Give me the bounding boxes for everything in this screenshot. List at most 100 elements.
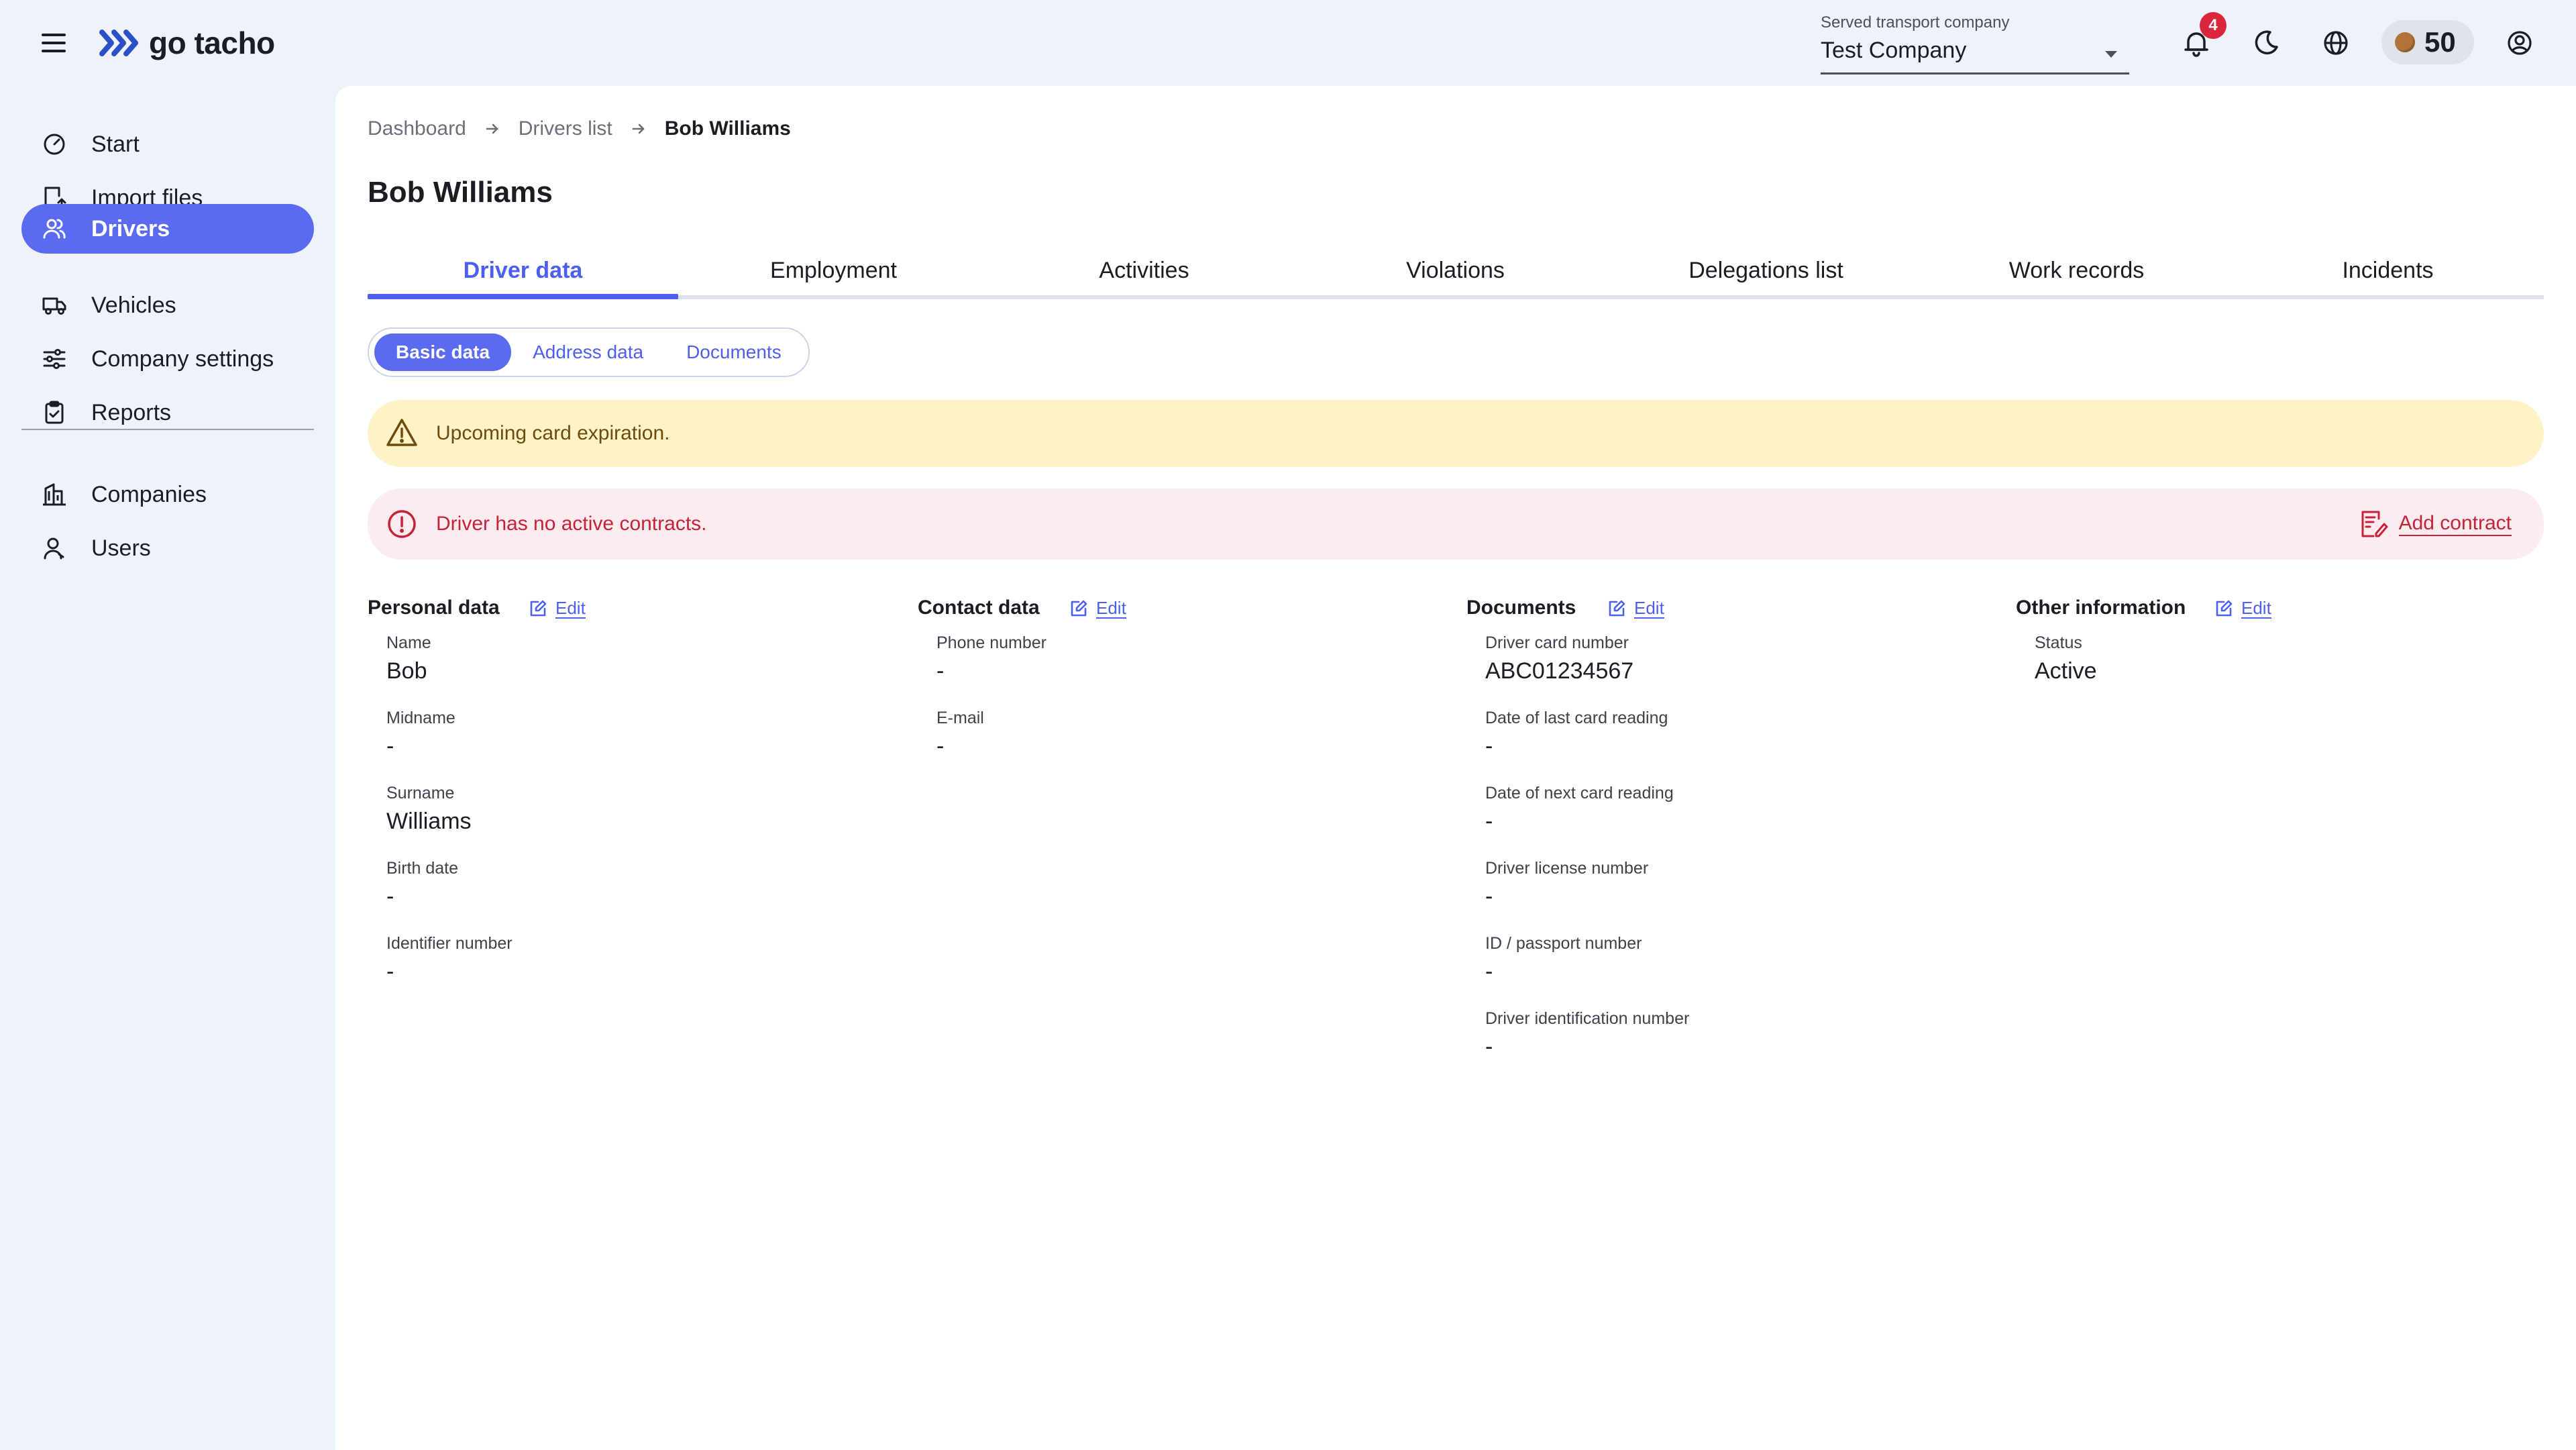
globe-language-icon[interactable]	[2320, 27, 2352, 59]
field-last-card-reading: Date of last card reading -	[1485, 709, 1668, 760]
field-value: -	[1485, 809, 1493, 834]
coin-icon	[2395, 32, 2415, 52]
field-value: -	[386, 884, 394, 909]
account-circle-icon[interactable]	[2504, 27, 2536, 59]
contact-data-section: Contact data Edit Phone number - E-mail …	[918, 593, 1454, 759]
field-value: -	[936, 658, 945, 684]
field-label: Identifier number	[386, 934, 513, 953]
field-label: Driver identification number	[1485, 1009, 1690, 1028]
section-title: Personal data	[368, 597, 500, 619]
tab-incidents[interactable]: Incidents	[2233, 246, 2543, 295]
dark-mode-moon-icon[interactable]	[2250, 27, 2282, 59]
hamburger-menu-icon[interactable]	[39, 30, 68, 56]
field-driver-identification-number: Driver identification number -	[1485, 1009, 1689, 1060]
subtab-documents[interactable]: Documents	[665, 333, 803, 371]
company-select-label: Served transport company	[1821, 13, 2010, 32]
company-select-value: Test Company	[1821, 38, 1967, 63]
warning-triangle-icon	[385, 416, 419, 450]
warning-alert: Upcoming card expiration.	[368, 400, 2544, 467]
sidebar: Start Import files Drivers Vehicles Comp…	[0, 86, 335, 1450]
field-identifier-number: Identifier number -	[386, 934, 513, 985]
field-driver-card-number: Driver card number ABC01234567	[1485, 633, 1633, 684]
sidebar-item-label: Vehicles	[91, 292, 176, 318]
tab-delegations-list[interactable]: Delegations list	[1611, 246, 1921, 295]
sidebar-item-vehicles[interactable]: Vehicles	[21, 280, 314, 330]
edit-label: Edit	[555, 597, 586, 619]
field-label: Status	[2035, 633, 2082, 652]
subtab-basic-data[interactable]: Basic data	[374, 333, 512, 371]
other-information-section: Other information Edit Status Active	[2016, 593, 2553, 684]
main-tabs: Driver data Employment Activities Violat…	[368, 246, 2544, 299]
field-label: Date of last card reading	[1485, 709, 1668, 727]
clipboard-icon	[42, 400, 67, 425]
edit-label: Edit	[1634, 597, 1664, 619]
field-label: Surname	[386, 784, 455, 802]
sidebar-item-users[interactable]: Users	[21, 523, 314, 573]
sidebar-item-label: Users	[91, 535, 151, 561]
field-label: Midname	[386, 709, 455, 727]
section-title: Documents	[1466, 597, 1576, 619]
add-contract-label: Add contract	[2398, 512, 2512, 536]
tab-driver-data[interactable]: Driver data	[368, 246, 678, 299]
tab-employment[interactable]: Employment	[678, 246, 989, 295]
sidebar-item-label: Companies	[91, 481, 207, 507]
field-value: Bob	[386, 658, 427, 684]
field-driver-license-number: Driver license number -	[1485, 859, 1648, 910]
field-passport-number: ID / passport number -	[1485, 934, 1642, 985]
field-label: Driver license number	[1485, 859, 1649, 878]
sidebar-item-company-settings[interactable]: Company settings	[21, 334, 314, 384]
tab-violations[interactable]: Violations	[1300, 246, 1611, 295]
app-logo[interactable]: go tacho	[98, 24, 275, 62]
field-label: Driver card number	[1485, 633, 1629, 652]
field-value: -	[936, 733, 945, 759]
breadcrumb-dashboard[interactable]: Dashboard	[368, 117, 466, 140]
sidebar-item-companies[interactable]: Companies	[21, 470, 314, 519]
arrow-right-icon	[631, 121, 646, 136]
field-value: Active	[2035, 658, 2097, 684]
edit-other-information-button[interactable]: Edit	[2214, 596, 2271, 621]
edit-label: Edit	[2241, 597, 2271, 619]
coins-balance[interactable]: 50	[2381, 20, 2474, 64]
section-title: Contact data	[918, 597, 1040, 619]
field-name: Name Bob	[386, 633, 431, 684]
field-phone-number: Phone number -	[936, 633, 1046, 684]
sidebar-item-label: Start	[91, 131, 140, 157]
subtab-address-data[interactable]: Address data	[511, 333, 665, 371]
field-label: Name	[386, 633, 431, 652]
field-value: -	[386, 959, 394, 984]
section-title: Other information	[2016, 597, 2186, 619]
sidebar-item-label: Company settings	[91, 346, 274, 372]
sidebar-item-drivers[interactable]: Drivers	[21, 204, 314, 254]
warning-message: Upcoming card expiration.	[436, 422, 670, 444]
building-icon	[42, 482, 67, 507]
page-title: Bob Williams	[368, 176, 553, 209]
field-label: Birth date	[386, 859, 459, 878]
tab-work-records[interactable]: Work records	[1921, 246, 2232, 295]
add-contract-button[interactable]: Add contract	[2359, 509, 2512, 539]
drivers-icon	[42, 216, 67, 242]
edit-personal-data-button[interactable]: Edit	[529, 596, 586, 621]
field-value: -	[386, 733, 394, 759]
edit-contact-data-button[interactable]: Edit	[1069, 596, 1126, 621]
field-birth-date: Birth date -	[386, 859, 458, 910]
contract-edit-icon	[2359, 509, 2388, 539]
error-circle-icon	[385, 507, 419, 541]
subtabs: Basic data Address data Documents	[368, 327, 810, 377]
field-value: ABC01234567	[1485, 658, 1634, 684]
field-email: E-mail -	[936, 709, 984, 760]
breadcrumb-drivers-list[interactable]: Drivers list	[519, 117, 612, 140]
edit-documents-button[interactable]: Edit	[1607, 596, 1664, 621]
error-alert: Driver has no active contracts. Add cont…	[368, 488, 2544, 560]
coins-value: 50	[2424, 26, 2456, 58]
logo-chevrons-icon	[98, 28, 141, 58]
pencil-edit-icon	[1069, 599, 1088, 618]
tab-activities[interactable]: Activities	[989, 246, 1299, 295]
sidebar-item-start[interactable]: Start	[21, 119, 314, 169]
field-label: ID / passport number	[1485, 934, 1642, 953]
pencil-edit-icon	[1607, 599, 1626, 618]
top-bar: go tacho Served transport company Test C…	[0, 0, 2576, 86]
company-select[interactable]: Served transport company Test Company	[1821, 12, 2129, 74]
field-label: Phone number	[936, 633, 1047, 652]
sidebar-divider	[21, 429, 314, 430]
field-value: Williams	[386, 809, 472, 834]
